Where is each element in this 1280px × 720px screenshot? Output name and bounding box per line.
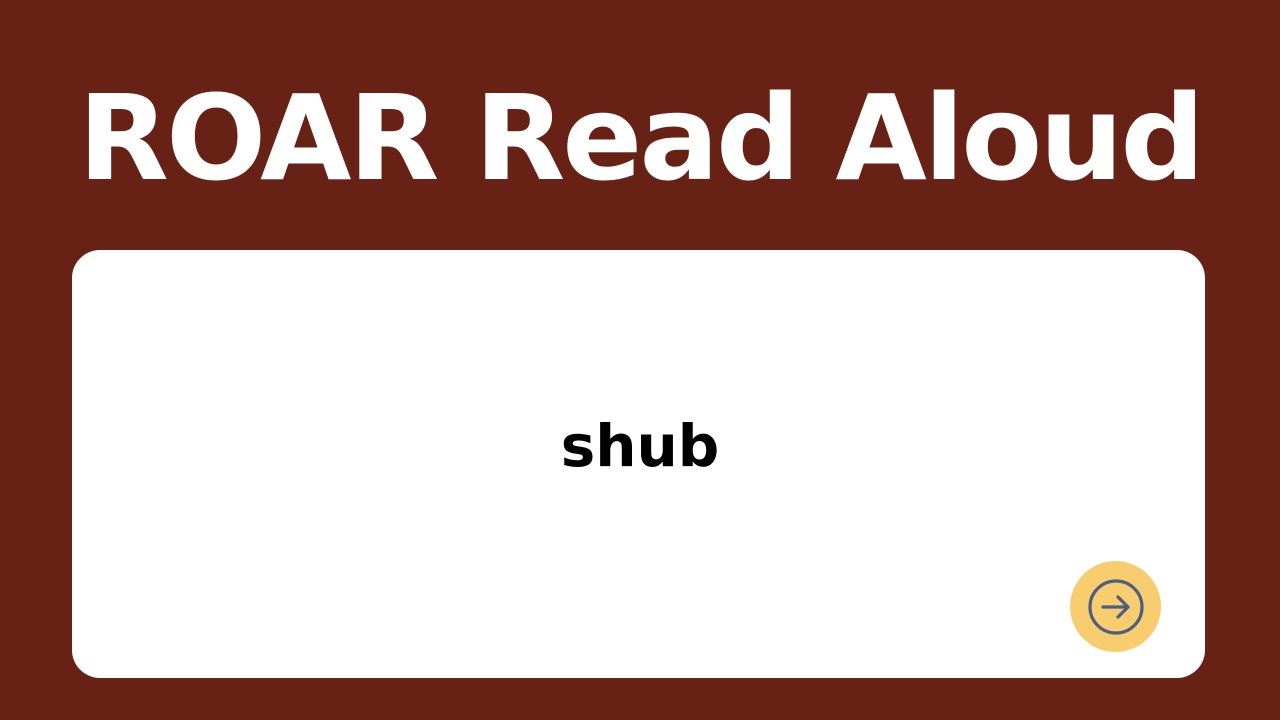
next-button[interactable] xyxy=(1070,561,1161,652)
page-title: ROAR Read Aloud xyxy=(78,69,1205,207)
arrow-right-circle-icon xyxy=(1087,578,1144,635)
app-stage: ROAR Read Aloud shub xyxy=(0,0,1280,720)
stimulus-word: shub xyxy=(560,412,720,480)
